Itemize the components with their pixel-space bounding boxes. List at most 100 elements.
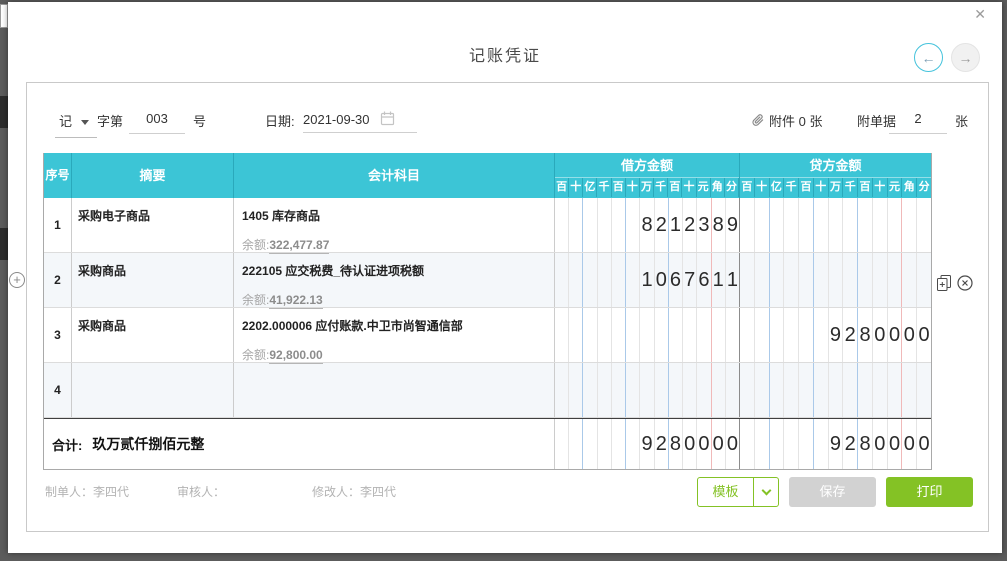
account-name: 222105 应交税费_待认证进项税额 (242, 264, 425, 278)
digit-cell: 8 (712, 198, 726, 252)
digit-cell (612, 308, 627, 362)
debit-amount-cell[interactable] (555, 308, 741, 362)
digit-cell (598, 419, 612, 469)
digit-cell (669, 363, 684, 417)
delete-row-icon[interactable] (956, 274, 974, 297)
row-seq: 1 (44, 198, 72, 252)
balance-value: 92,800.00 (269, 348, 323, 364)
digit-label: 元 (697, 178, 711, 197)
digit-cell (612, 253, 627, 307)
account-column-header: 会计科目 (234, 153, 555, 198)
digit-cell (612, 198, 627, 252)
debit-digit-labels: 百十亿千百十万千百十元角分 (555, 178, 740, 197)
voucher-type-select[interactable]: 记 (55, 111, 97, 138)
digit-cell (740, 198, 755, 252)
digit-cell: 0 (655, 253, 669, 307)
digit-cell (740, 308, 755, 362)
digit-cell: 1 (669, 198, 684, 252)
credit-amount-cell[interactable]: 9280000 (740, 308, 931, 362)
digit-cell (555, 198, 570, 252)
background-window-fragment (0, 4, 8, 28)
digit-cell: 0 (902, 308, 918, 362)
digit-cell (799, 308, 814, 362)
receipts-count-input[interactable]: 2 (889, 111, 947, 134)
dialog-title: 记账凭证 (468, 48, 541, 65)
digit-cell: 2 (655, 198, 669, 252)
digit-cell: 2 (655, 419, 669, 469)
attachment-link[interactable]: 附件 0 张 (751, 111, 822, 130)
debit-amount-cell[interactable] (555, 363, 741, 417)
digit-label: 百 (555, 178, 570, 197)
digit-cell: 2 (683, 198, 698, 252)
digit-cell (555, 363, 570, 417)
credit-title: 贷方金额 (740, 153, 931, 178)
calendar-icon[interactable] (380, 111, 395, 126)
account-cell[interactable] (234, 363, 555, 417)
digit-cell: 9 (829, 419, 844, 469)
digit-cell: 0 (726, 419, 741, 469)
digit-cell (612, 363, 627, 417)
digit-label: 百 (858, 178, 873, 197)
digit-label: 亿 (583, 178, 598, 197)
total-row: 合计: 玖万贰仟捌佰元整 9280000 9280000 (44, 418, 931, 469)
digit-cell (814, 419, 829, 469)
digit-cell (640, 308, 655, 362)
digit-cell (683, 363, 698, 417)
account-balance: 余额:41,922.13 (242, 291, 546, 309)
digit-cell (626, 198, 641, 252)
previous-voucher-button[interactable]: ← (914, 43, 943, 72)
balance-label: 余额: (242, 348, 270, 362)
template-button[interactable]: 模板 (697, 477, 779, 507)
digit-cell: 0 (683, 419, 698, 469)
account-cell[interactable]: 1405 库存商品 余额:322,477.87 (234, 198, 555, 254)
digit-cell: 2 (843, 308, 859, 362)
background-window-icon (0, 228, 8, 260)
summary-cell[interactable]: 采购商品 (72, 253, 234, 307)
digit-cell (755, 419, 770, 469)
balance-value: 322,477.87 (269, 238, 330, 254)
credit-amount-cell[interactable] (740, 363, 931, 417)
date-value: 2021-09-30 (303, 112, 370, 127)
digit-cell (784, 419, 800, 469)
digit-cell (683, 308, 698, 362)
total-credit-amount: 9280000 (740, 419, 931, 469)
credit-amount-cell[interactable] (740, 253, 931, 307)
summary-cell[interactable] (72, 363, 234, 417)
summary-cell[interactable]: 采购商品 (72, 308, 234, 362)
total-label: 合计: (52, 437, 83, 453)
digit-cell: 1 (726, 253, 741, 307)
total-words: 玖万贰仟捌佰元整 (92, 436, 205, 452)
date-input[interactable]: 2021-09-30 (303, 111, 417, 133)
digit-cell (917, 198, 931, 252)
digit-cell (902, 253, 918, 307)
account-cell[interactable]: 2202.000006 应付账款.中卫市尚智通信部 余额:92,800.00 (234, 308, 555, 364)
add-row-icon[interactable]: + (9, 272, 25, 288)
save-button[interactable]: 保存 (789, 477, 876, 507)
debit-amount-cell[interactable]: 1067611 (555, 253, 741, 307)
credit-amount-cell[interactable] (740, 198, 931, 252)
account-cell[interactable]: 222105 应交税费_待认证进项税额余额:41,922.13 (234, 253, 555, 309)
modifier-field: 修改人：李四代 (312, 485, 397, 499)
voucher-number-input[interactable]: 003 (129, 111, 185, 134)
digit-cell (583, 363, 598, 417)
balance-label: 余额: (242, 238, 270, 252)
template-dropdown-toggle[interactable] (754, 485, 778, 495)
close-icon[interactable]: ✕ (974, 6, 986, 23)
debit-amount-cell[interactable]: 8212389 (555, 198, 741, 252)
digit-label: 分 (725, 178, 740, 197)
digit-cell (888, 363, 903, 417)
digit-label: 千 (654, 178, 669, 197)
digit-cell: 7 (683, 253, 698, 307)
digit-cell (555, 253, 570, 307)
row-seq: 2 (44, 253, 72, 307)
digit-cell (770, 419, 785, 469)
print-button[interactable]: 打印 (886, 477, 973, 507)
digit-label: 分 (918, 181, 930, 193)
digit-cell (770, 198, 785, 252)
copy-row-icon[interactable] (936, 274, 953, 297)
digit-cell (640, 363, 655, 417)
summary-cell[interactable]: 采购电子商品 (72, 198, 234, 252)
account-name: 2202.000006 应付账款.中卫市尚智通信部 (242, 319, 463, 333)
digit-label: 万 (829, 178, 844, 197)
next-voucher-button[interactable]: → (951, 43, 980, 72)
